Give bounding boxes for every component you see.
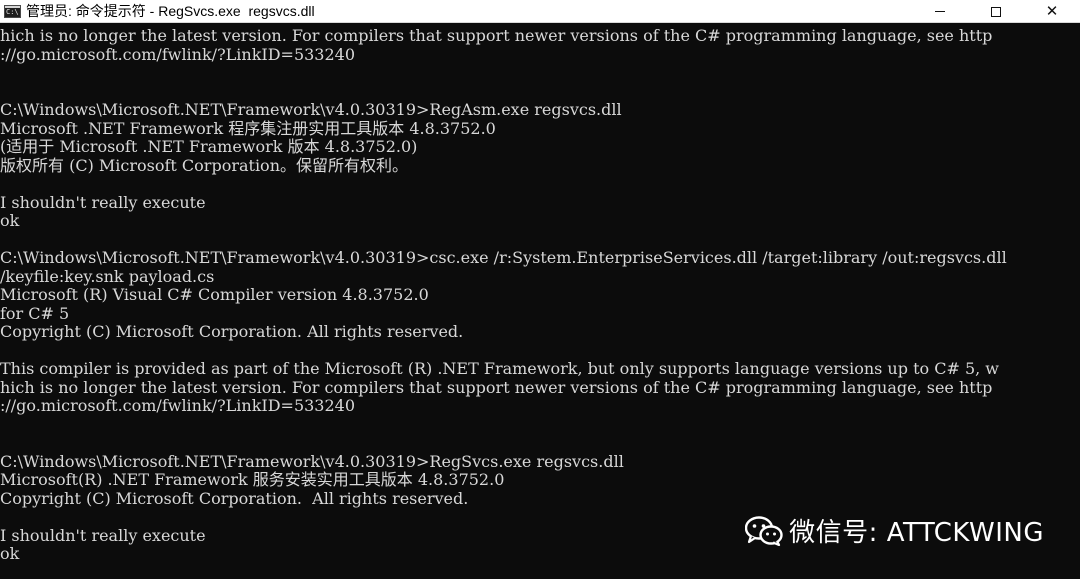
console-line: ://go.microsoft.com/fwlink/?LinkID=53324…: [0, 45, 356, 64]
window-controls: ✕: [912, 0, 1080, 23]
window-title: 管理员: 命令提示符 - RegSvcs.exe regsvcs.dll: [26, 2, 315, 19]
minimize-button[interactable]: [912, 0, 968, 23]
cmd-app-icon: [4, 4, 21, 18]
console-line: Microsoft .NET Framework 程序集注册实用工具版本 4.8…: [0, 119, 496, 138]
console-line: C:\Windows\Microsoft.NET\Framework\v4.0.…: [0, 249, 1007, 267]
console-line: /keyfile:key.snk payload.cs: [0, 267, 215, 286]
console-line: Microsoft(R) .NET Framework 服务安装实用工具版本 4…: [0, 471, 505, 489]
console-line: (适用于 Microsoft .NET Framework 版本 4.8.375…: [0, 138, 418, 156]
console-line: Copyright (C) Microsoft Corporation. All…: [0, 323, 464, 341]
console-line: ok: [0, 212, 20, 230]
close-button[interactable]: ✕: [1024, 0, 1080, 23]
watermark: 微信号: ATTCKWING: [745, 512, 1044, 549]
title-bar[interactable]: 管理员: 命令提示符 - RegSvcs.exe regsvcs.dll ✕: [0, 0, 1080, 23]
console-line: C:\Windows\Microsoft.NET\Framework\v4.0.…: [0, 101, 622, 119]
console-line: C:\Windows\Microsoft.NET\Framework\v4.0.…: [0, 452, 624, 471]
console-line: Microsoft (R) Visual C# Compiler version…: [0, 286, 429, 304]
console-line: hich is no longer the latest version. Fo…: [0, 378, 993, 397]
console-line: This compiler is provided as part of the…: [0, 360, 999, 378]
console-line: hich is no longer the latest version. Fo…: [0, 27, 993, 45]
wechat-icon: [745, 515, 783, 546]
console-line: Copyright (C) Microsoft Corporation. All…: [0, 489, 469, 508]
console-output[interactable]: hich is no longer the latest version. Fo…: [0, 27, 1080, 579]
console-line: for C# 5: [0, 304, 70, 323]
console-line: I shouldn't really execute: [0, 193, 206, 212]
maximize-button[interactable]: [968, 0, 1024, 23]
minimize-icon: [935, 11, 945, 12]
command-prompt-window: 管理员: 命令提示符 - RegSvcs.exe regsvcs.dll ✕ h…: [0, 0, 1080, 579]
close-icon: ✕: [1045, 2, 1059, 20]
console-line: ://go.microsoft.com/fwlink/?LinkID=53324…: [0, 397, 356, 415]
watermark-text: 微信号: ATTCKWING: [789, 518, 1044, 548]
maximize-icon: [991, 6, 1001, 17]
console-line: 版权所有 (C) Microsoft Corporation。保留所有权利。: [0, 156, 408, 175]
